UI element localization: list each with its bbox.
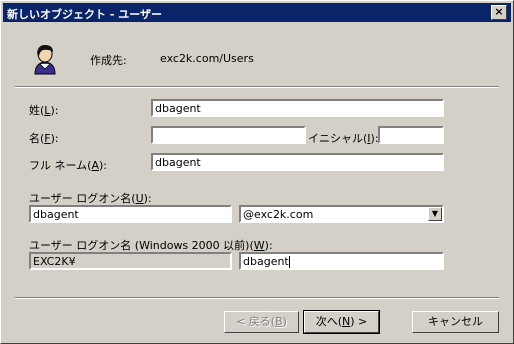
pre2000-domain-field: EXC2K¥ xyxy=(29,252,232,270)
separator xyxy=(15,86,499,88)
text-caret xyxy=(288,256,290,268)
first-name-input[interactable] xyxy=(151,126,306,144)
last-name-label: 姓(L): xyxy=(29,104,59,117)
logon-name-input[interactable]: dbagent xyxy=(29,205,232,223)
created-in-label: 作成先: xyxy=(90,54,127,67)
full-name-input[interactable]: dbagent xyxy=(151,153,444,171)
title-bar: 新しいオブジェクト - ユーザー × xyxy=(3,3,511,22)
full-name-label: フル ネーム(A): xyxy=(29,159,107,172)
created-in-value: exc2k.com/Users xyxy=(160,52,254,65)
new-user-dialog: 新しいオブジェクト - ユーザー × 作成先: exc2k.com/Users … xyxy=(0,0,514,344)
back-button[interactable]: < 戻る(B) xyxy=(224,311,299,333)
user-icon xyxy=(32,43,58,75)
separator xyxy=(15,297,499,299)
window-title: 新しいオブジェクト - ユーザー xyxy=(7,8,163,21)
first-name-label: 名(F): xyxy=(29,132,59,145)
pre2000-label: ユーザー ログオン名 (Windows 2000 以前)(W): xyxy=(29,239,273,252)
pre2000-name-value: dbagent xyxy=(243,255,289,268)
domain-suffix-value: @exc2k.com xyxy=(243,208,314,221)
cancel-button[interactable]: キャンセル xyxy=(412,311,499,333)
next-button[interactable]: 次へ(N) > xyxy=(303,310,380,334)
domain-suffix-select[interactable]: @exc2k.com ▼ xyxy=(239,205,444,223)
initials-input[interactable] xyxy=(378,126,444,144)
chevron-down-icon[interactable]: ▼ xyxy=(428,207,442,221)
initials-label: イニシャル(I): xyxy=(308,132,379,145)
pre2000-name-input[interactable]: dbagent xyxy=(239,252,444,270)
last-name-input[interactable]: dbagent xyxy=(151,99,444,117)
logon-name-label: ユーザー ログオン名(U): xyxy=(29,192,152,205)
close-icon[interactable]: × xyxy=(491,5,507,20)
